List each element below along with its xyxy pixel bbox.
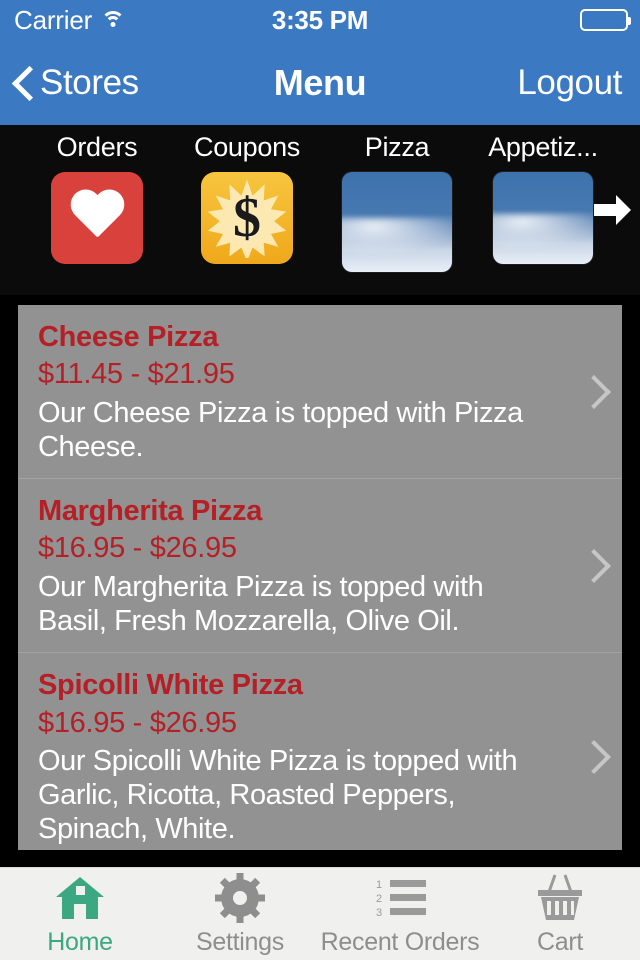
photo-placeholder-icon (493, 172, 593, 264)
menu-list: Cheese Pizza $11.45 - $21.95 Our Cheese … (18, 305, 622, 850)
menu-item-name: Margherita Pizza (38, 495, 263, 528)
heart-icon (68, 191, 126, 245)
logout-button[interactable]: Logout (517, 40, 622, 125)
status-bar-time: 3:35 PM (271, 4, 369, 35)
category-thumbnail (493, 172, 593, 264)
category-label: Orders (56, 132, 138, 162)
app-root: Carrier 3:35 PM Stores Menu Logout Order… (0, 0, 640, 960)
photo-placeholder-icon (342, 172, 452, 272)
tab-settings[interactable]: Settings (160, 868, 320, 960)
menu-item-row[interactable]: Margherita Pizza $16.95 - $26.95 Our Mar… (18, 479, 622, 654)
status-bar-right (580, 9, 631, 31)
category-item-pizza[interactable]: Pizza (322, 125, 472, 295)
category-item-coupons[interactable]: Coupons $ (172, 125, 322, 295)
category-carousel[interactable]: Orders Coupons $ Pizza Appetiz... (0, 125, 640, 295)
menu-item-description: Our Cheese Pizza is topped with Pizza Ch… (38, 396, 523, 463)
menu-item-price: $16.95 - $26.95 (38, 532, 237, 565)
menu-item-row[interactable]: Cheese Pizza $11.45 - $21.95 Our Cheese … (18, 305, 622, 480)
tab-cart[interactable]: Cart (480, 868, 640, 960)
category-item-orders[interactable]: Orders (22, 125, 172, 295)
chevron-right-icon (582, 376, 600, 408)
tab-label: Home (47, 927, 113, 956)
arrow-right-icon[interactable] (590, 190, 634, 230)
numbered-list-icon: 1 2 3 (374, 872, 426, 924)
navigation-bar: Stores Menu Logout (0, 40, 640, 125)
svg-text:3: 3 (376, 907, 382, 919)
svg-text:2: 2 (376, 893, 382, 905)
tab-bar: Home Settings 1 2 3 Recent Orders Cart (0, 867, 640, 960)
gear-icon (215, 872, 265, 924)
basket-icon (532, 872, 588, 924)
coupons-tile: $ (201, 172, 293, 264)
dollar-sign-icon: $ (233, 187, 261, 249)
category-thumbnail (342, 172, 452, 272)
category-label: Coupons (194, 132, 300, 162)
tab-label: Recent Orders (320, 927, 480, 956)
chevron-right-icon (582, 741, 600, 773)
tab-home[interactable]: Home (0, 868, 160, 960)
tab-label: Cart (536, 927, 584, 956)
menu-item-price: $16.95 - $26.95 (38, 706, 237, 739)
battery-icon (580, 9, 631, 31)
menu-item-description: Our Spicolli White Pizza is topped with … (38, 744, 518, 846)
orders-tile (51, 172, 143, 264)
category-label: Pizza (364, 132, 430, 162)
menu-item-name: Cheese Pizza (38, 321, 219, 353)
house-icon (54, 872, 106, 924)
menu-item-name: Spicolli White Pizza (38, 669, 303, 702)
status-bar: Carrier 3:35 PM (0, 0, 640, 40)
menu-item-row[interactable]: Spicolli White Pizza $16.95 - $26.95 Our… (18, 653, 622, 850)
category-thumbnail: $ (201, 172, 293, 264)
tab-label: Settings (196, 927, 284, 956)
menu-item-description: Our Margherita Pizza is topped with Basi… (38, 570, 484, 638)
category-thumbnail (51, 172, 143, 264)
tab-recent-orders[interactable]: 1 2 3 Recent Orders (320, 868, 480, 960)
menu-item-price: $11.45 - $21.95 (38, 358, 235, 391)
category-label: Appetiz... (488, 132, 598, 162)
svg-text:1: 1 (376, 879, 382, 891)
chevron-right-icon (582, 550, 600, 582)
